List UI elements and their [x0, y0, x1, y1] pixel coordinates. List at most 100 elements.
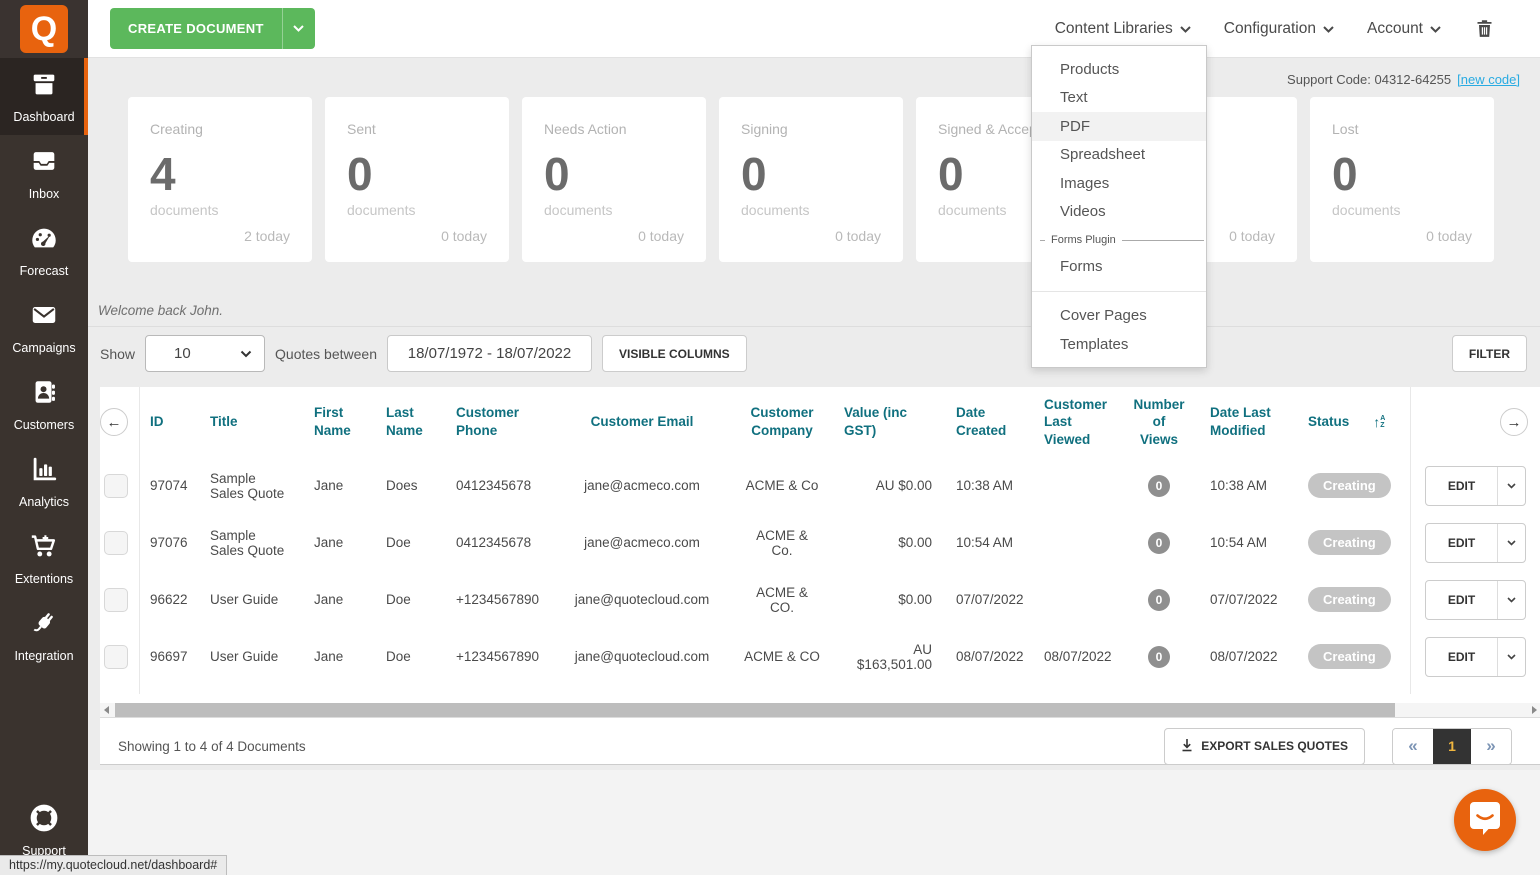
chevron-down-icon[interactable]: [1498, 524, 1525, 562]
stat-card-signing[interactable]: Signing 0 documents 0 today: [719, 97, 903, 262]
cell-title: User Guide: [210, 649, 279, 664]
gauge-icon: [29, 223, 59, 258]
menu-configuration[interactable]: Configuration: [1224, 20, 1334, 38]
sidebar-item-inbox[interactable]: Inbox: [0, 135, 88, 212]
export-sales-quotes-button[interactable]: EXPORT SALES QUOTES: [1164, 727, 1365, 765]
header-date-created[interactable]: Date Created: [946, 387, 1034, 457]
edit-button[interactable]: EDIT: [1425, 636, 1526, 677]
prev-page-button[interactable]: «: [1393, 728, 1433, 764]
date-range-input[interactable]: [387, 335, 592, 372]
header-status[interactable]: Status ↑ A Z: [1298, 387, 1410, 457]
stat-card-lost[interactable]: Lost 0 documents 0 today: [1310, 97, 1494, 262]
sidebar-item-integration[interactable]: Integration: [0, 597, 88, 674]
row-checkbox[interactable]: [104, 530, 128, 555]
edit-button[interactable]: EDIT: [1425, 465, 1526, 506]
sidebar-item-campaigns[interactable]: Campaigns: [0, 289, 88, 366]
dropdown-item-products[interactable]: Products: [1032, 55, 1206, 84]
edit-button[interactable]: EDIT: [1425, 579, 1526, 620]
scroll-right-button[interactable]: →: [1500, 408, 1528, 436]
header-date-last-modified[interactable]: Date Last Modified: [1200, 387, 1298, 457]
scrollbar-right-arrow-icon[interactable]: [1528, 703, 1540, 717]
cell-status: Creating: [1298, 628, 1410, 685]
page-size-select[interactable]: 10: [145, 335, 266, 372]
cell-phone: 0412345678: [456, 478, 532, 493]
menu-content-libraries[interactable]: Content Libraries: [1055, 20, 1191, 38]
sidebar-item-label: Extentions: [14, 572, 74, 586]
filter-label: FILTER: [1468, 346, 1510, 361]
edit-button[interactable]: EDIT: [1425, 522, 1526, 563]
stat-card-needs-action[interactable]: Needs Action 0 documents 0 today: [522, 97, 706, 262]
dropdown-item-pdf[interactable]: PDF: [1032, 112, 1206, 141]
menu-account[interactable]: Account: [1367, 20, 1441, 38]
table-row[interactable]: 96697 User Guide Jane Doe +1234567890 ja…: [140, 628, 1410, 685]
dropdown-item-cover-pages[interactable]: Cover Pages: [1032, 302, 1206, 331]
sidebar-item-label: Inbox: [28, 187, 60, 201]
cell-date-created: 08/07/2022: [956, 649, 1024, 664]
sort-az-icon[interactable]: ↑ A Z: [1373, 413, 1385, 431]
chevron-down-icon[interactable]: [1498, 638, 1525, 676]
chat-bubble-icon: [1468, 800, 1502, 841]
scrollbar-left-arrow-icon[interactable]: [100, 703, 112, 717]
chevron-down-icon[interactable]: [281, 8, 315, 49]
row-checkbox[interactable]: [104, 644, 128, 669]
sidebar-item-forecast[interactable]: Forecast: [0, 212, 88, 289]
chevron-down-icon[interactable]: [1498, 467, 1525, 505]
pagination: « 1 »: [1392, 727, 1512, 765]
row-checkbox[interactable]: [104, 587, 128, 612]
stat-card-creating[interactable]: Creating 4 documents 2 today: [128, 97, 312, 262]
dropdown-item-spreadsheet[interactable]: Spreadsheet: [1032, 141, 1206, 170]
visible-columns-button[interactable]: VISIBLE COLUMNS: [602, 335, 747, 372]
sidebar-item-customers[interactable]: Customers: [0, 366, 88, 443]
dropdown-item-images[interactable]: Images: [1032, 169, 1206, 198]
cell-views: 0: [1122, 514, 1200, 571]
table-header-row: ID Title First Name Last Name Customer P…: [140, 387, 1410, 457]
card-count: 0: [741, 148, 767, 200]
trash-icon[interactable]: [1474, 17, 1495, 40]
create-document-button[interactable]: CREATE DOCUMENT: [110, 8, 315, 49]
cell-date-modified: 10:38 AM: [1210, 478, 1268, 493]
quotecloud-logo[interactable]: Q: [20, 5, 68, 53]
cell-value: $0.00: [898, 535, 932, 550]
header-number-of-views[interactable]: Number of Views: [1122, 387, 1200, 457]
stat-card-sent[interactable]: Sent 0 documents 0 today: [325, 97, 509, 262]
next-page-button[interactable]: »: [1471, 728, 1511, 764]
header-customer-company[interactable]: Customer Company: [734, 387, 834, 457]
edit-label[interactable]: EDIT: [1426, 523, 1498, 562]
sidebar-item-dashboard[interactable]: Dashboard: [0, 58, 88, 135]
cell-id: 97076: [150, 535, 188, 550]
table-row[interactable]: 97074 Sample Sales Quote Jane Does 04123…: [140, 457, 1410, 514]
table-row[interactable]: 96622 User Guide Jane Doe +1234567890 ja…: [140, 571, 1410, 628]
current-page-button[interactable]: 1: [1433, 728, 1471, 764]
dropdown-item-templates[interactable]: Templates: [1032, 330, 1206, 359]
horizontal-scrollbar[interactable]: [100, 703, 1540, 717]
header-first-name[interactable]: First Name: [304, 387, 376, 457]
edit-label[interactable]: EDIT: [1426, 580, 1498, 619]
filter-button[interactable]: FILTER: [1451, 335, 1527, 372]
header-id[interactable]: ID: [140, 387, 200, 457]
table-gutter-column: ←: [100, 387, 140, 694]
dropdown-item-text[interactable]: Text: [1032, 84, 1206, 113]
chat-widget-button[interactable]: [1454, 789, 1516, 851]
sidebar-item-label: Integration: [14, 649, 74, 663]
table-row[interactable]: 97076 Sample Sales Quote Jane Doe 041234…: [140, 514, 1410, 571]
sidebar-item-extentions[interactable]: Extentions: [0, 520, 88, 597]
edit-label[interactable]: EDIT: [1426, 466, 1498, 505]
header-customer-last-viewed[interactable]: Customer Last Viewed: [1034, 387, 1122, 457]
sidebar-item-analytics[interactable]: Analytics: [0, 443, 88, 520]
new-code-link[interactable]: [new code]: [1457, 72, 1520, 87]
row-checkbox[interactable]: [104, 473, 128, 498]
status-badge: Creating: [1308, 644, 1391, 669]
header-value[interactable]: Value (inc GST): [834, 387, 946, 457]
dropdown-item-videos[interactable]: Videos: [1032, 198, 1206, 227]
edit-label[interactable]: EDIT: [1426, 637, 1498, 676]
header-customer-email[interactable]: Customer Email: [554, 387, 734, 457]
header-last-name[interactable]: Last Name: [376, 387, 446, 457]
header-customer-phone[interactable]: Customer Phone: [446, 387, 554, 457]
show-label: Show: [100, 345, 136, 362]
chevron-down-icon[interactable]: [1498, 581, 1525, 619]
scroll-left-button[interactable]: ←: [100, 408, 128, 436]
scrollbar-thumb[interactable]: [115, 703, 1395, 717]
dropdown-item-forms[interactable]: Forms: [1032, 252, 1206, 281]
address-book-icon: [29, 377, 59, 412]
header-title[interactable]: Title: [200, 387, 304, 457]
